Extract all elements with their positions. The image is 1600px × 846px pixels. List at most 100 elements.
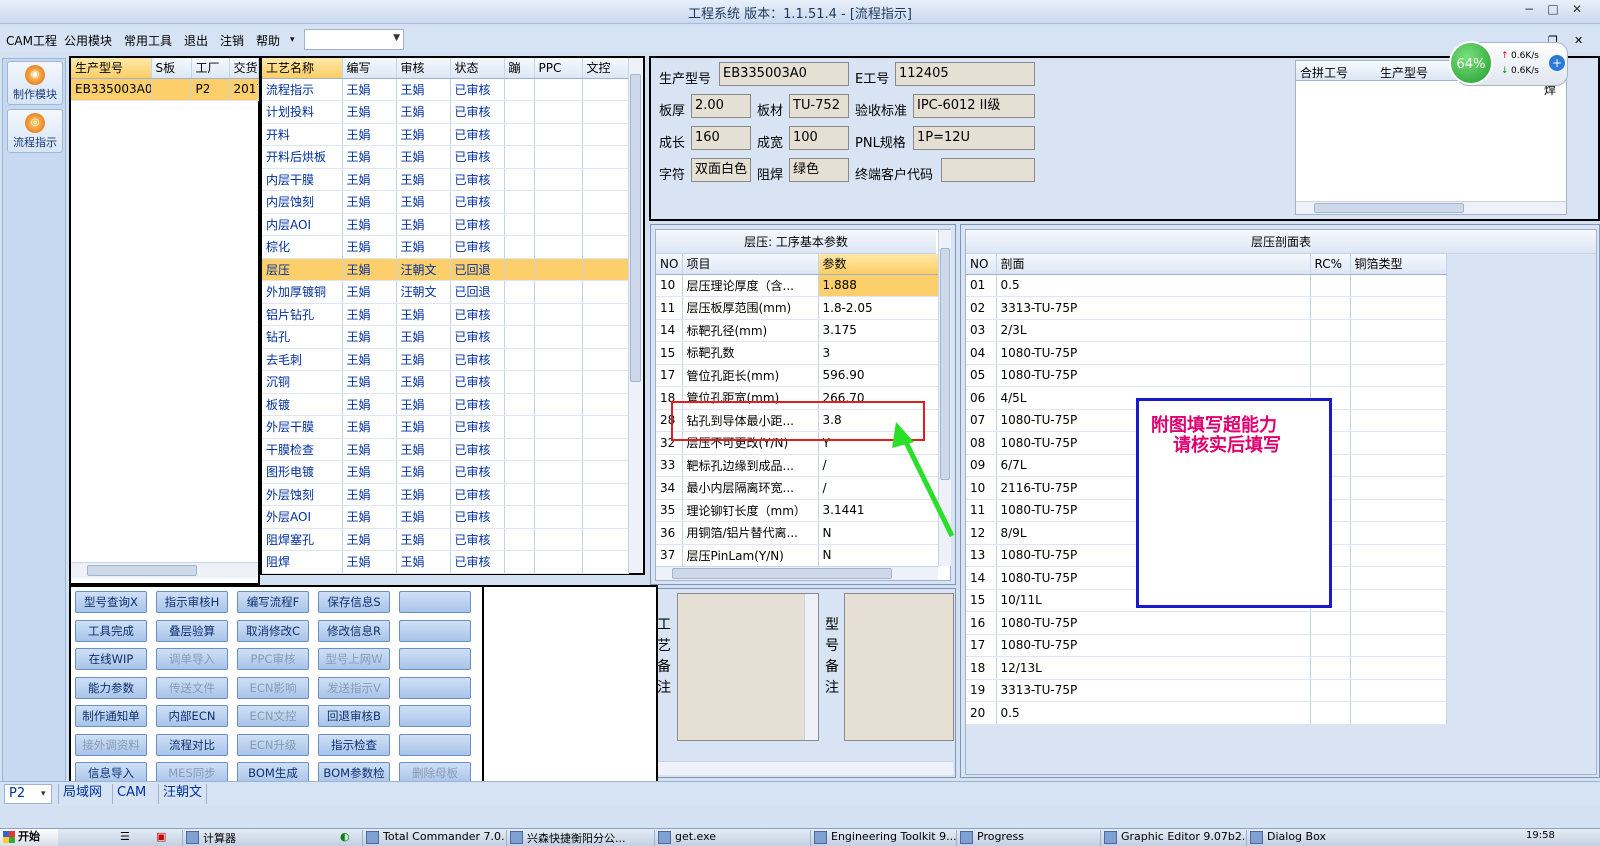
params-hscrollbar[interactable]	[656, 566, 938, 580]
eno-field[interactable]: 112405	[895, 62, 1035, 86]
table-row[interactable]: 去毛刺 王娟 王娟 已审核	[262, 348, 629, 371]
col-ppc[interactable]: PPC	[534, 58, 583, 79]
process-remark-field[interactable]	[677, 593, 819, 741]
table-row[interactable]: 15 标靶孔数 3	[656, 341, 939, 365]
table-row[interactable]: 计划投料 王娟 王娟 已审核	[262, 100, 629, 124]
left-hscrollbar[interactable]	[71, 562, 258, 578]
menu-common-modules[interactable]: 公用模块	[64, 32, 112, 49]
pdf-icon[interactable]: ▣	[156, 830, 166, 843]
maximize-button[interactable]: □	[1542, 2, 1564, 20]
table-row[interactable]: 18 12/13L	[966, 656, 1447, 680]
thickness-field[interactable]: 2.00	[691, 94, 751, 118]
action-button[interactable]: 传送文件	[156, 676, 228, 699]
col-param[interactable]: 参数	[818, 254, 939, 275]
network-widget[interactable]: 64% ↑ 0.6K/s ↓ 0.6K/s +	[1449, 41, 1568, 86]
menu-cam[interactable]: CAM工程	[6, 32, 57, 49]
action-button[interactable]	[399, 619, 471, 642]
table-row[interactable]: 阻焊塞孔 王娟 王娟 已审核	[262, 528, 629, 551]
customer-field[interactable]	[941, 158, 1035, 182]
action-button[interactable]: 叠层验算	[156, 619, 228, 642]
col-rc[interactable]: RC%	[1310, 254, 1351, 275]
task-graphic-editor[interactable]: Graphic Editor 9.07b2...	[1100, 830, 1244, 846]
action-button[interactable]: 保存信息S	[318, 591, 390, 613]
table-row[interactable]: 开料后烘板 王娟 王娟 已审核	[262, 145, 629, 169]
factory-combo[interactable]: P2 ▾	[4, 784, 52, 804]
action-button[interactable]: ECN影响	[237, 676, 309, 699]
col-process-name[interactable]: 工艺名称	[262, 58, 343, 79]
width-field[interactable]: 100	[789, 126, 849, 150]
task-progress[interactable]: Progress	[956, 830, 1096, 846]
action-button[interactable]	[399, 676, 471, 699]
table-row[interactable]: EB335003A0 P2 2017	[71, 78, 259, 101]
table-row[interactable]: 板镀 王娟 王娟 已审核	[262, 393, 629, 416]
task-total-commander[interactable]: Total Commander 7.0...	[362, 830, 504, 846]
remarks-hscrollbar[interactable]	[653, 761, 953, 775]
menu-tools[interactable]: 常用工具	[124, 32, 172, 49]
task-browser[interactable]: 兴森快捷衡阳分公...	[506, 830, 652, 846]
col-item[interactable]: 项目	[682, 254, 819, 275]
action-button[interactable]: 修改信息R	[318, 619, 390, 642]
action-button[interactable]: 工具完成	[75, 619, 147, 642]
action-button[interactable]: 取消修改C	[237, 619, 309, 642]
action-button[interactable]: 调单导入	[156, 648, 228, 670]
table-row[interactable]: 20 0.5	[966, 701, 1447, 725]
action-button[interactable]: 回退审核B	[318, 705, 390, 727]
action-button[interactable]: 能力参数	[75, 676, 147, 699]
scroll-thumb[interactable]	[87, 565, 197, 576]
table-row[interactable]: 沉铜 王娟 王娟 已审核	[262, 370, 629, 394]
table-row[interactable]: 层压 王娟 汪朝文 已回退	[262, 258, 629, 281]
col-reviewer[interactable]: 审核	[396, 58, 451, 79]
task-get-exe[interactable]: get.exe	[654, 830, 800, 846]
remark-vscrollbar[interactable]	[804, 594, 818, 740]
action-button[interactable]	[399, 705, 471, 727]
action-button[interactable]: 发送指示V	[318, 676, 390, 699]
table-row[interactable]: 05 1080-TU-75P	[966, 364, 1447, 387]
menu-help[interactable]: 帮助	[256, 32, 280, 49]
col-delivery[interactable]: 交货	[229, 58, 259, 79]
scroll-thumb[interactable]	[630, 74, 641, 382]
action-button[interactable]	[399, 648, 471, 670]
table-row[interactable]: 10 层压理论厚度（含... 1.888	[656, 274, 939, 297]
action-button[interactable]: 流程对比	[156, 733, 228, 756]
browser-icon[interactable]: ◐	[340, 830, 350, 843]
action-button[interactable]: ECN升级	[237, 733, 309, 756]
menu-logout[interactable]: 注销	[220, 32, 244, 49]
table-row[interactable]: 03 2/3L	[966, 319, 1447, 342]
pnl-field[interactable]: 1P=12U	[913, 126, 1035, 150]
action-button[interactable]: ECN文控	[237, 705, 309, 727]
action-button[interactable]: 编写流程F	[237, 591, 309, 613]
action-button[interactable]: 在线WIP	[75, 648, 147, 670]
task-engineering-toolkit[interactable]: Engineering Toolkit 9....	[810, 830, 956, 846]
action-button[interactable]: 内部ECN	[156, 705, 228, 727]
table-row[interactable]: 阻焊 王娟 王娟 已审核	[262, 550, 629, 574]
action-button[interactable]	[399, 591, 471, 613]
table-row[interactable]: 19 3313-TU-75P	[966, 679, 1447, 702]
merge-hscrollbar[interactable]	[1296, 201, 1566, 214]
action-button[interactable]: 制作通知单	[75, 705, 147, 727]
task-calculator[interactable]: 计算器	[182, 830, 330, 846]
process-vscrollbar[interactable]	[628, 58, 643, 573]
table-row[interactable]: 流程指示 王娟 王娟 已审核	[262, 78, 629, 101]
col-merge-eno[interactable]: 合拼工号	[1300, 64, 1348, 81]
table-row[interactable]: 干膜检查 王娟 王娟 已审核	[262, 438, 629, 461]
table-row[interactable]: 铝片钻孔 王娟 王娟 已审核	[262, 303, 629, 326]
legend-field[interactable]: 双面白色	[691, 158, 751, 182]
table-row[interactable]: 11 层压板厚范围(mm) 1.8-2.05	[656, 296, 939, 320]
col-model[interactable]: 生产型号	[71, 58, 152, 79]
model-remark-field[interactable]	[844, 593, 954, 741]
action-button[interactable]: 型号查询X	[75, 591, 147, 613]
col-no[interactable]: NO	[966, 254, 997, 275]
module-make-button[interactable]: ◉ 制作模块	[7, 61, 63, 105]
menu-exit[interactable]: 退出	[184, 32, 208, 49]
menu-dropdown-icon[interactable]: ▾	[290, 35, 295, 45]
table-row[interactable]: 02 3313-TU-75P	[966, 296, 1447, 320]
table-row[interactable]: 棕化 王娟 王娟 已审核	[262, 235, 629, 259]
minimize-button[interactable]: −	[1518, 2, 1540, 20]
action-button[interactable]: 指示审核H	[156, 591, 228, 613]
col-no[interactable]: NO	[656, 254, 683, 275]
table-row[interactable]: 01 0.5	[966, 274, 1447, 297]
table-row[interactable]: 开料 王娟 王娟 已审核	[262, 123, 629, 146]
table-row[interactable]: 外层干膜 王娟 王娟 已审核	[262, 415, 629, 439]
table-row[interactable]: 内层AOI 王娟 王娟 已审核	[262, 213, 629, 236]
table-row[interactable]: 内层蚀刻 王娟 王娟 已审核	[262, 190, 629, 214]
